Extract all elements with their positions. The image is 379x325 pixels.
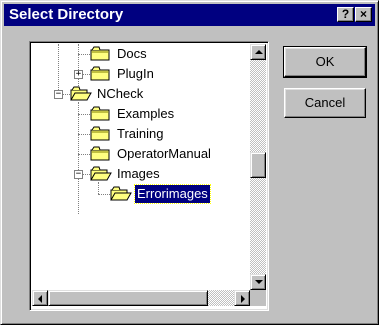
tree-item-label: Docs [117, 46, 147, 61]
tree-item-label: Training [117, 126, 164, 141]
tree-item-label: OperatorManual [117, 146, 211, 161]
tree-connector [78, 102, 79, 214]
title-bar[interactable]: Select Directory ? × [4, 4, 375, 26]
arrow-down-icon [255, 280, 263, 284]
tree-connector [78, 44, 79, 92]
scroll-up-button[interactable] [250, 44, 266, 60]
scrollbar-corner [250, 290, 266, 306]
collapse-ncheck-toggle[interactable]: − [54, 90, 63, 99]
folder-icon [90, 46, 110, 61]
ok-button[interactable]: OK [283, 46, 367, 78]
vertical-scroll-thumb[interactable] [250, 152, 266, 178]
close-button[interactable]: × [355, 7, 372, 22]
tree-connector [78, 134, 90, 135]
arrow-up-icon [255, 50, 263, 54]
horizontal-scroll-thumb[interactable] [48, 290, 208, 306]
tree-item-label: PlugIn [117, 66, 154, 81]
arrow-right-icon [241, 295, 245, 303]
arrow-left-icon [38, 295, 42, 303]
tree-item-label: Examples [117, 106, 175, 121]
open-folder-icon [70, 86, 92, 101]
folder-icon [90, 66, 110, 81]
tree-connector [78, 54, 90, 55]
tree-item-label: Images [117, 166, 160, 181]
help-button[interactable]: ? [337, 7, 354, 22]
window-title: Select Directory [9, 6, 124, 23]
collapse-images-toggle[interactable]: − [74, 170, 83, 179]
tree-content: + − − Docs PlugIn NCheck Examples Traini… [32, 44, 248, 290]
scroll-left-button[interactable] [32, 290, 48, 306]
scroll-down-button[interactable] [250, 274, 266, 290]
tree-item-label-selected: Errorimages [134, 184, 211, 204]
select-directory-dialog: Select Directory ? × + − − Docs PlugIn N… [0, 0, 379, 325]
scroll-right-button[interactable] [234, 290, 250, 306]
tree-connector [78, 114, 90, 115]
open-folder-icon [110, 186, 132, 201]
expand-plugin-toggle[interactable]: + [74, 70, 83, 79]
directory-tree[interactable]: + − − Docs PlugIn NCheck Examples Traini… [29, 41, 269, 311]
open-folder-icon [90, 166, 112, 181]
tree-connector [98, 194, 110, 195]
tree-connector [58, 44, 59, 94]
vertical-scrollbar[interactable] [250, 44, 266, 290]
folder-icon [90, 106, 110, 121]
cancel-button[interactable]: Cancel [284, 88, 366, 118]
tree-connector [98, 182, 99, 194]
horizontal-scrollbar[interactable] [32, 290, 250, 306]
folder-icon [90, 126, 110, 141]
tree-item-label: NCheck [97, 86, 144, 101]
tree-connector [78, 154, 90, 155]
folder-icon [90, 146, 110, 161]
